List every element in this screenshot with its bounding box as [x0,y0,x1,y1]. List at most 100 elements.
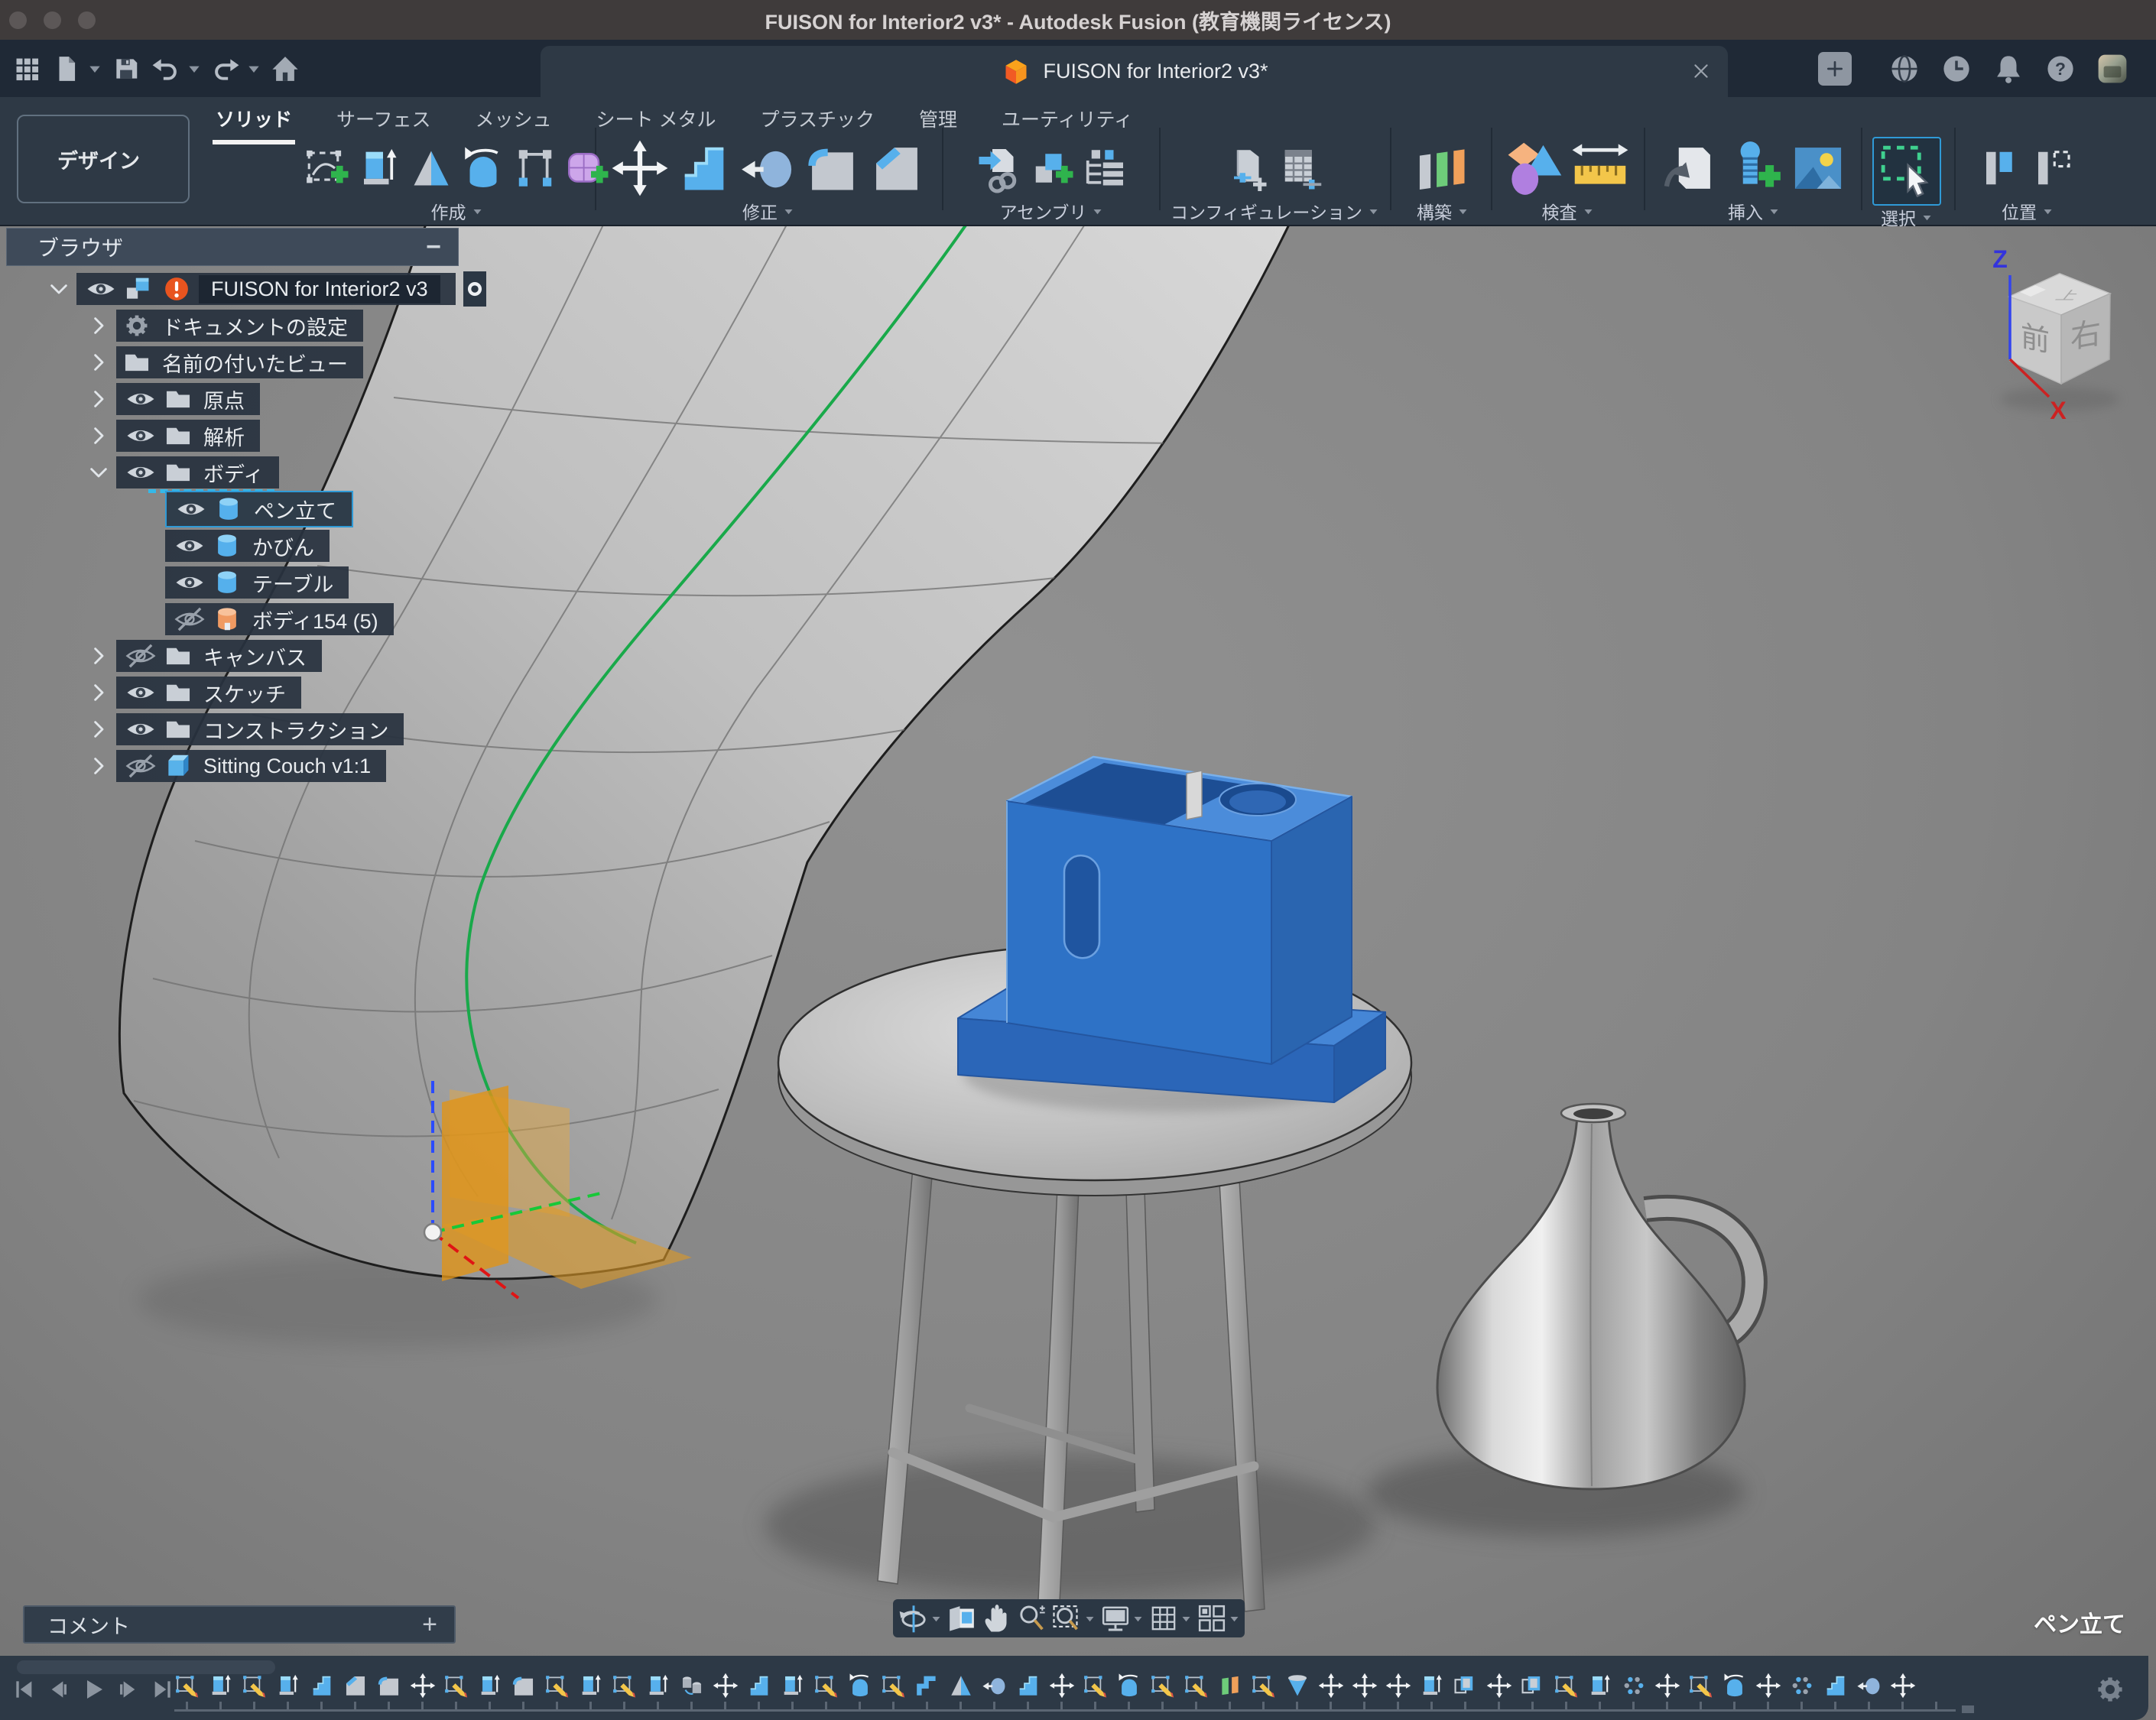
timeline-feature-move[interactable] [1318,1671,1344,1700]
browser-item-Sitting Couch v1:1[interactable]: Sitting Couch v1:1 [6,750,480,782]
chevron-right-icon[interactable] [86,716,112,742]
timeline-feature-pattern-circ[interactable] [1789,1671,1815,1700]
chevron-right-icon[interactable] [86,753,112,779]
eye-icon[interactable] [125,420,156,451]
timeline-feature-loft[interactable] [948,1671,974,1700]
zoom-icon[interactable] [1017,1603,1047,1634]
browser-item-キャンバス[interactable]: キャンバス [6,640,480,672]
timeline-feature-move[interactable] [1385,1671,1411,1700]
move-button[interactable] [611,138,669,199]
fillet-button[interactable] [804,138,862,199]
timeline-feature-sketch[interactable] [1688,1671,1714,1700]
ribbon-tab-シート メタル[interactable]: シート メタル [596,105,716,140]
timeline-feature-extrude[interactable] [780,1671,806,1700]
caret-down-icon[interactable] [1179,1613,1192,1624]
ribbon-tab-メッシュ[interactable]: メッシュ [476,105,552,140]
ribbon-tab-ソリッド[interactable]: ソリッド [216,105,292,140]
eye-icon[interactable] [174,567,205,598]
timeline-feature-extrude[interactable] [1419,1671,1445,1700]
eye-off-icon[interactable] [125,641,156,671]
timeline-feature-move[interactable] [1486,1671,1512,1700]
traffic-lights[interactable] [0,0,96,40]
caret-down-icon[interactable] [246,61,261,76]
chevron-right-icon[interactable] [86,423,112,449]
construct-planes-button[interactable] [1414,138,1472,199]
caret-down-icon[interactable] [1131,1613,1144,1624]
caret-down-icon[interactable] [1227,1613,1240,1624]
timeline-feature-plane[interactable] [1217,1671,1243,1700]
chevron-right-icon[interactable] [86,349,112,375]
timeline-feature-move[interactable] [1755,1671,1781,1700]
chevron-right-icon[interactable] [86,386,112,412]
fit-zoom-icon[interactable] [1052,1603,1096,1634]
insert-fastener-button[interactable] [1725,138,1783,199]
timeline-step-forward-button[interactable] [115,1677,140,1702]
eye-icon[interactable] [125,677,156,708]
ribbon-tab-プラスチック[interactable]: プラスチック [761,105,875,140]
insert-link-button[interactable] [977,141,1023,196]
timeline-feature-move[interactable] [1654,1671,1680,1700]
browser-header[interactable]: ブラウザ − [6,228,459,266]
config-table-button[interactable] [1278,141,1324,196]
caret-down-icon[interactable] [87,61,102,76]
comment-panel[interactable]: コメント + [23,1605,456,1644]
layout-grid-icon[interactable] [1148,1603,1192,1634]
eye-icon[interactable] [125,714,156,745]
ribbon-group-label[interactable]: 修正 [742,200,794,222]
browser-item-ペン立て[interactable]: ペン立て [6,493,480,525]
ribbon-group-label[interactable]: アセンブリ [1000,200,1104,222]
pattern-button[interactable] [512,141,558,196]
chevron-right-icon[interactable] [86,680,112,706]
timeline-feature-pattern-circ[interactable] [1621,1671,1647,1700]
notifications-bell-icon[interactable] [1992,53,2024,85]
ribbon-group-label[interactable]: コンフィギュレーション [1171,200,1379,222]
app-grid-icon[interactable] [11,53,43,85]
browser-item-コンストラクション[interactable]: コンストラクション [6,713,480,745]
browser-item-スケッチ[interactable]: スケッチ [6,677,480,709]
ground-component-button[interactable] [463,271,486,307]
measure-ruler-button[interactable] [1571,138,1629,199]
create-sketch-button[interactable] [304,141,350,196]
help-icon[interactable]: ? [2044,53,2076,85]
home-icon[interactable] [269,53,301,85]
user-avatar[interactable] [2096,53,2128,85]
timeline-feature-sketch[interactable] [881,1671,907,1700]
extrude-button[interactable] [356,141,402,196]
timeline-feature-chamfer[interactable] [343,1671,369,1700]
orbit-icon[interactable] [898,1603,942,1634]
timeline-skip-end-button[interactable] [150,1677,174,1702]
browser-item-かびん[interactable]: かびん [6,530,480,562]
eye-icon[interactable] [174,531,205,561]
timeline-feature-extrude[interactable] [208,1671,234,1700]
measure-shapes-button[interactable] [1507,138,1565,199]
press-pull-button[interactable] [675,138,733,199]
look-at-icon[interactable] [946,1603,977,1634]
display-settings-icon[interactable] [1100,1603,1144,1634]
extensions-globe-icon[interactable] [1888,53,1921,85]
timeline-feature-loft2[interactable] [1284,1671,1310,1700]
pan-icon[interactable] [982,1603,1012,1634]
timeline-feature-sketch[interactable] [1554,1671,1580,1700]
timeline-feature-sketch[interactable] [544,1671,570,1700]
timeline-feature-sketch[interactable] [1184,1671,1210,1700]
minimize-panel-button[interactable]: − [426,232,441,262]
timeline-feature-revolve[interactable] [1722,1671,1748,1700]
timeline-feature-sketch[interactable] [612,1671,638,1700]
timeline-feature-extrude[interactable] [1587,1671,1613,1700]
timeline-feature-sketch[interactable] [443,1671,469,1700]
browser-item-テーブル[interactable]: テーブル [6,566,480,599]
timeline-feature-move[interactable] [1352,1671,1378,1700]
eye-icon[interactable] [86,274,116,304]
timeline-feature-sweep[interactable] [914,1671,940,1700]
caret-down-icon[interactable] [929,1613,942,1624]
zoom-window-button[interactable] [78,11,96,29]
browser-root-row[interactable]: FUISON for Interior2 v3 [6,273,480,305]
chevron-right-icon[interactable] [86,313,112,339]
chevron-down-icon[interactable] [86,459,112,485]
viewports-icon[interactable] [1197,1603,1240,1634]
timeline-feature-fillet[interactable] [511,1671,537,1700]
caret-down-icon[interactable] [187,61,202,76]
timeline-feature-move[interactable] [1890,1671,1916,1700]
timeline-play-button[interactable] [81,1677,106,1702]
timeline-feature-revolve[interactable] [847,1671,873,1700]
